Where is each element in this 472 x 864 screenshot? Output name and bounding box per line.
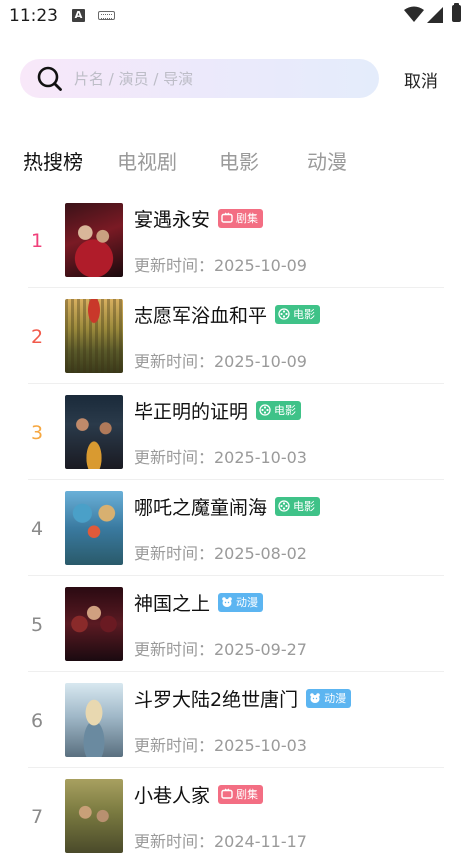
- rank-number: 6: [30, 710, 44, 732]
- status-bar: 11:23 A: [0, 0, 472, 34]
- poster-image: [65, 299, 123, 373]
- type-badge: 电影: [256, 400, 302, 420]
- update-time: 更新时间：2024-11-17: [134, 832, 307, 851]
- battery-icon: [452, 3, 461, 22]
- rank-number: 7: [30, 806, 44, 828]
- search-icon: [37, 66, 62, 91]
- poster-image: [65, 683, 123, 757]
- poster-image: [65, 203, 123, 277]
- item-title: 斗罗大陆2绝世唐门: [134, 688, 299, 711]
- update-time: 更新时间：2025-10-03: [134, 448, 307, 467]
- badge-label: 动漫: [324, 692, 347, 705]
- tv-icon: [221, 788, 233, 799]
- keyboard-icon: [98, 11, 115, 20]
- badge-label: 电影: [293, 308, 316, 321]
- tab-tv-series[interactable]: 电视剧: [117, 146, 177, 175]
- notification-a-icon: A: [72, 9, 85, 22]
- item-title: 宴遇永安: [134, 208, 211, 231]
- bear-face-icon: [222, 597, 232, 607]
- signal-icon: [427, 7, 443, 23]
- tv-icon: [221, 212, 233, 223]
- type-badge: 剧集: [218, 208, 264, 228]
- poster-image: [65, 587, 123, 661]
- item-title: 志愿军浴血和平: [134, 304, 268, 327]
- bear-face-icon: [310, 693, 320, 703]
- item-title: 小巷人家: [134, 784, 211, 807]
- type-badge: 电影: [275, 496, 321, 516]
- badge-label: 动漫: [236, 596, 259, 609]
- rank-number: 4: [30, 518, 44, 540]
- update-time: 更新时间：2025-10-03: [134, 736, 307, 755]
- poster-image: [65, 491, 123, 565]
- item-title: 哪吒之魔童闹海: [134, 496, 268, 519]
- list-item[interactable]: 4 哪吒之魔童闹海 电影 更新时间：2025-08-02: [0, 480, 472, 576]
- type-badge: 剧集: [218, 784, 264, 804]
- list-item[interactable]: 6 斗罗大陆2绝世唐门 动漫 更新时间：2025-10-03: [0, 672, 472, 768]
- film-reel-icon: [259, 404, 271, 416]
- list-item[interactable]: 1 宴遇永安 剧集 更新时间：2025-10-09: [0, 192, 472, 288]
- item-title: 神国之上: [134, 592, 211, 615]
- rank-number: 1: [30, 230, 44, 252]
- film-reel-icon: [278, 500, 290, 512]
- tab-anime[interactable]: 动漫: [307, 146, 347, 175]
- badge-label: 剧集: [236, 212, 259, 225]
- tab-hot-search[interactable]: 热搜榜: [23, 146, 83, 175]
- update-time: 更新时间：2025-10-09: [134, 256, 307, 275]
- rank-number: 2: [30, 326, 44, 348]
- poster-image: [65, 779, 123, 853]
- item-title: 毕正明的证明: [134, 400, 249, 423]
- update-time: 更新时间：2025-10-09: [134, 352, 307, 371]
- rank-number: 5: [30, 614, 44, 636]
- list-item[interactable]: 5 神国之上 动漫 更新时间：2025-09-27: [0, 576, 472, 672]
- status-time: 11:23: [9, 6, 58, 26]
- type-badge: 动漫: [306, 688, 352, 708]
- rank-number: 3: [30, 422, 44, 444]
- poster-image: [65, 395, 123, 469]
- film-reel-icon: [278, 308, 290, 320]
- list-item[interactable]: 3 毕正明的证明 电影 更新时间：2025-10-03: [0, 384, 472, 480]
- badge-label: 电影: [293, 500, 316, 513]
- category-tabs: 热搜榜 电视剧 电影 动漫: [0, 146, 472, 180]
- badge-label: 电影: [274, 404, 297, 417]
- search-box[interactable]: [20, 59, 379, 98]
- badge-label: 剧集: [236, 788, 259, 801]
- cancel-button[interactable]: 取消: [404, 67, 438, 92]
- tab-movie[interactable]: 电影: [219, 146, 259, 175]
- search-input[interactable]: [74, 64, 364, 93]
- update-time: 更新时间：2025-08-02: [134, 544, 307, 563]
- update-time: 更新时间：2025-09-27: [134, 640, 307, 659]
- list-item[interactable]: 7 小巷人家 剧集 更新时间：2024-11-17: [0, 768, 472, 864]
- type-badge: 电影: [275, 304, 321, 324]
- type-badge: 动漫: [218, 592, 264, 612]
- list-item[interactable]: 2 志愿军浴血和平 电影 更新时间：2025-10-09: [0, 288, 472, 384]
- wifi-icon: [404, 6, 424, 22]
